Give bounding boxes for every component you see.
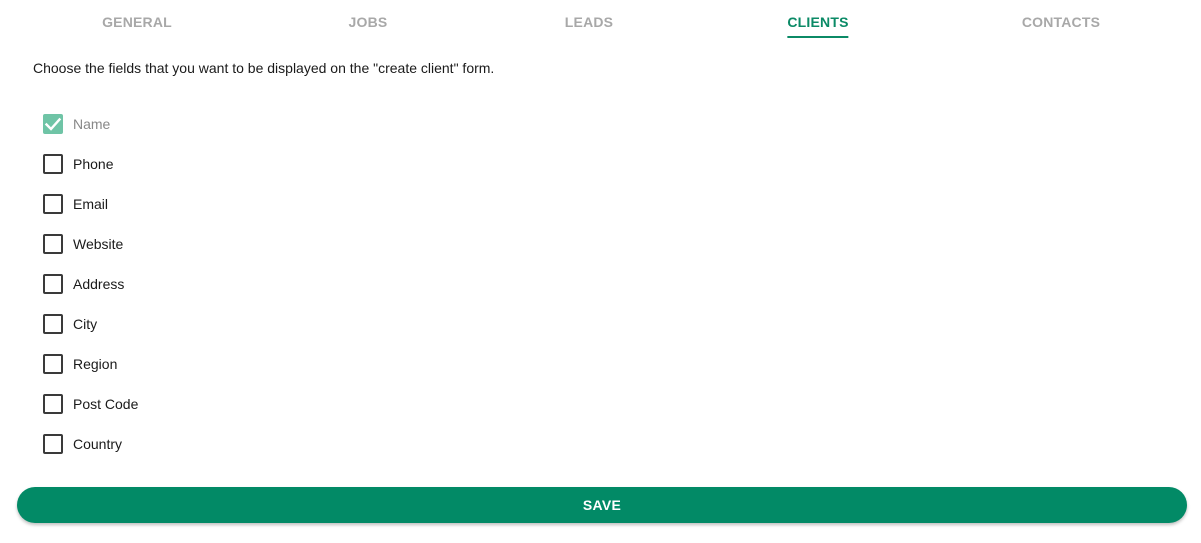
settings-tabs: GENERAL JOBS LEADS CLIENTS CONTACTS	[0, 0, 1201, 44]
checkbox-post-code[interactable]	[43, 394, 63, 414]
tab-general[interactable]: GENERAL	[102, 14, 172, 38]
field-label: Email	[73, 196, 109, 212]
field-label: Name	[73, 116, 111, 132]
checkbox-region[interactable]	[43, 354, 63, 374]
checkbox-email[interactable]	[43, 194, 63, 214]
field-phone[interactable]: Phone	[43, 144, 138, 184]
field-name[interactable]: Name	[43, 104, 138, 144]
checkbox-city[interactable]	[43, 314, 63, 334]
tab-clients[interactable]: CLIENTS	[787, 14, 849, 38]
field-city[interactable]: City	[43, 304, 138, 344]
checkbox-website[interactable]	[43, 234, 63, 254]
checkbox-phone[interactable]	[43, 154, 63, 174]
save-button[interactable]: SAVE	[17, 487, 1187, 523]
field-address[interactable]: Address	[43, 264, 138, 304]
field-label: City	[73, 316, 98, 332]
field-label: Country	[73, 436, 123, 452]
check-icon	[44, 117, 62, 131]
checkbox-country[interactable]	[43, 434, 63, 454]
field-label: Phone	[73, 156, 114, 172]
field-post-code[interactable]: Post Code	[43, 384, 138, 424]
field-country[interactable]: Country	[43, 424, 138, 464]
field-website[interactable]: Website	[43, 224, 138, 264]
field-region[interactable]: Region	[43, 344, 138, 384]
field-label: Post Code	[73, 396, 139, 412]
field-label: Address	[73, 276, 125, 292]
field-label: Region	[73, 356, 118, 372]
intro-text: Choose the fields that you want to be di…	[33, 60, 495, 76]
field-label: Website	[73, 236, 124, 252]
field-list: Name Phone Email Website Address City Re…	[43, 104, 138, 464]
tab-jobs[interactable]: JOBS	[349, 14, 388, 38]
field-email[interactable]: Email	[43, 184, 138, 224]
tab-contacts[interactable]: CONTACTS	[1022, 14, 1100, 38]
checkbox-address[interactable]	[43, 274, 63, 294]
checkbox-name[interactable]	[43, 114, 63, 134]
tab-leads[interactable]: LEADS	[565, 14, 613, 38]
